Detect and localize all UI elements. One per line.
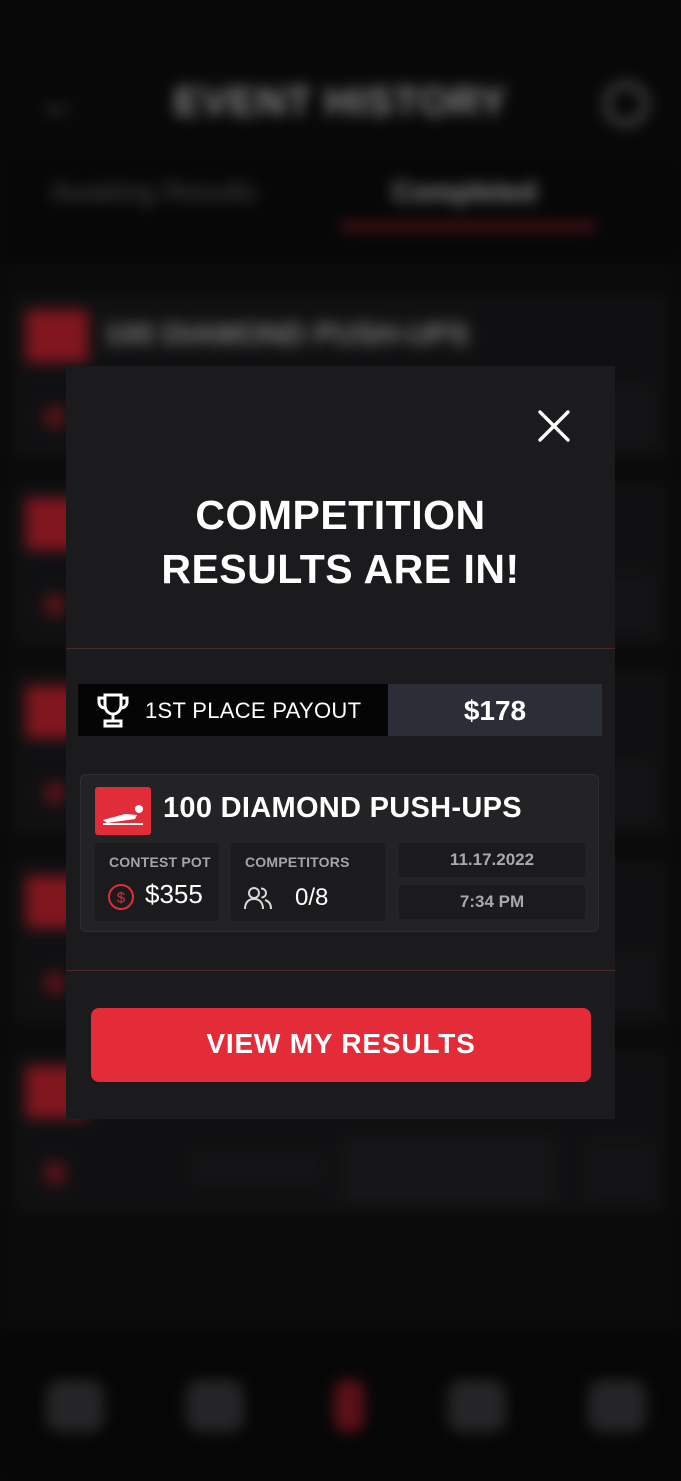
payout-label-cell: 1ST PLACE PAYOUT xyxy=(78,684,388,736)
divider xyxy=(66,970,615,971)
event-time: 7:34 PM xyxy=(459,892,525,911)
competitors-label: COMPETITORS xyxy=(245,854,350,870)
contest-pot-label: CONTEST POT xyxy=(109,854,211,870)
modal-title-line-1: COMPETITION xyxy=(195,492,486,538)
event-card: 100 DIAMOND PUSH-UPS CONTEST POT $ $355 … xyxy=(80,774,599,932)
view-my-results-label: VIEW MY RESULTS xyxy=(206,1028,476,1059)
event-title: 100 DIAMOND PUSH-UPS xyxy=(163,792,522,824)
event-date-box: 11.17.2022 xyxy=(399,843,585,877)
competitors-value: 0/8 xyxy=(295,884,329,911)
payout-value-cell: $178 xyxy=(388,684,602,736)
event-date: 11.17.2022 xyxy=(449,850,535,869)
trophy-icon xyxy=(97,693,129,728)
svg-text:$: $ xyxy=(117,890,126,907)
event-time-box: 7:34 PM xyxy=(399,885,585,919)
results-modal: COMPETITION RESULTS ARE IN! 1ST PLACE PA… xyxy=(66,366,615,1119)
contest-pot-value: $355 xyxy=(145,879,203,909)
screen: ← EVENT HISTORY Awaiting Results Complet… xyxy=(0,0,681,1481)
modal-title-line-2: RESULTS ARE IN! xyxy=(161,546,520,592)
payout-row: 1ST PLACE PAYOUT $178 xyxy=(78,684,602,736)
close-icon xyxy=(538,410,570,442)
pushup-icon xyxy=(95,787,151,835)
payout-label: 1ST PLACE PAYOUT xyxy=(145,698,362,723)
people-icon xyxy=(244,887,272,910)
contest-pot-box: CONTEST POT $ $355 xyxy=(95,843,219,921)
competitors-box: COMPETITORS 0/8 xyxy=(231,843,385,921)
close-button[interactable] xyxy=(536,408,572,444)
dollar-circle-icon: $ xyxy=(108,884,134,910)
divider xyxy=(66,648,615,649)
modal-title: COMPETITION RESULTS ARE IN! xyxy=(66,488,615,596)
payout-value: $178 xyxy=(463,695,527,726)
view-my-results-button[interactable]: VIEW MY RESULTS xyxy=(91,1008,591,1082)
